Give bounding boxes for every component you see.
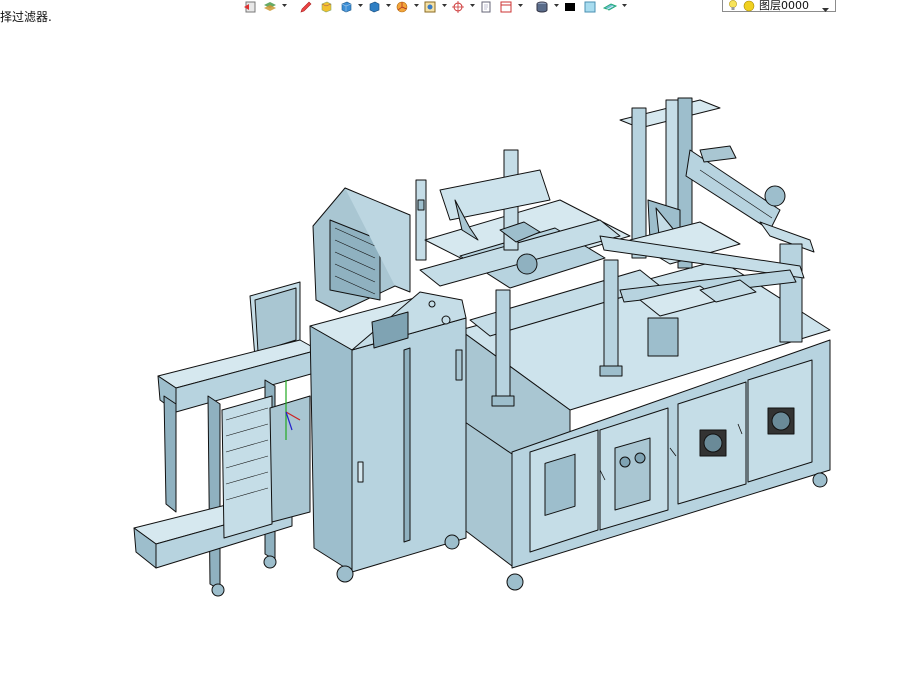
toolbar [240,0,628,14]
frame-icon[interactable] [420,0,440,14]
machine-model [133,97,831,597]
cad-viewport[interactable] [0,16,918,686]
cube-view-icon[interactable] [364,0,384,14]
cube-yellow-icon[interactable] [316,0,336,14]
pie-dropdown-arrow[interactable] [412,0,420,14]
layer-select[interactable]: 图层0000 [722,0,836,12]
layer-color-icon[interactable] [743,0,755,15]
lightbulb-icon[interactable] [727,0,739,14]
chevron-down-icon[interactable] [822,2,829,15]
crosshair-dropdown-arrow[interactable] [468,0,476,14]
frame-dropdown-arrow[interactable] [440,0,448,14]
cube-dropdown-arrow[interactable] [356,0,364,14]
layers-icon[interactable] [260,0,280,14]
left-conveyor [133,339,319,597]
undo-icon[interactable] [240,0,260,14]
cylinder-icon[interactable] [532,0,552,14]
color-black-icon[interactable] [560,0,580,14]
sheet-icon[interactable] [496,0,516,14]
layer-name: 图层0000 [759,0,809,12]
page-icon[interactable] [476,0,496,14]
sheet-dropdown-arrow[interactable] [516,0,524,14]
color-cyan-icon[interactable] [580,0,600,14]
cube-blue-icon[interactable] [336,0,356,14]
view-dropdown-arrow[interactable] [384,0,392,14]
pencil-icon[interactable] [296,0,316,14]
plane-icon[interactable] [600,0,620,14]
plane-dropdown-arrow[interactable] [620,0,628,14]
cylinder-dropdown-arrow[interactable] [552,0,560,14]
pie-icon[interactable] [392,0,412,14]
signal-tower [415,179,427,261]
layers-dropdown-arrow[interactable] [280,0,288,14]
crosshair-icon[interactable] [448,0,468,14]
control-cabinet [309,291,467,583]
